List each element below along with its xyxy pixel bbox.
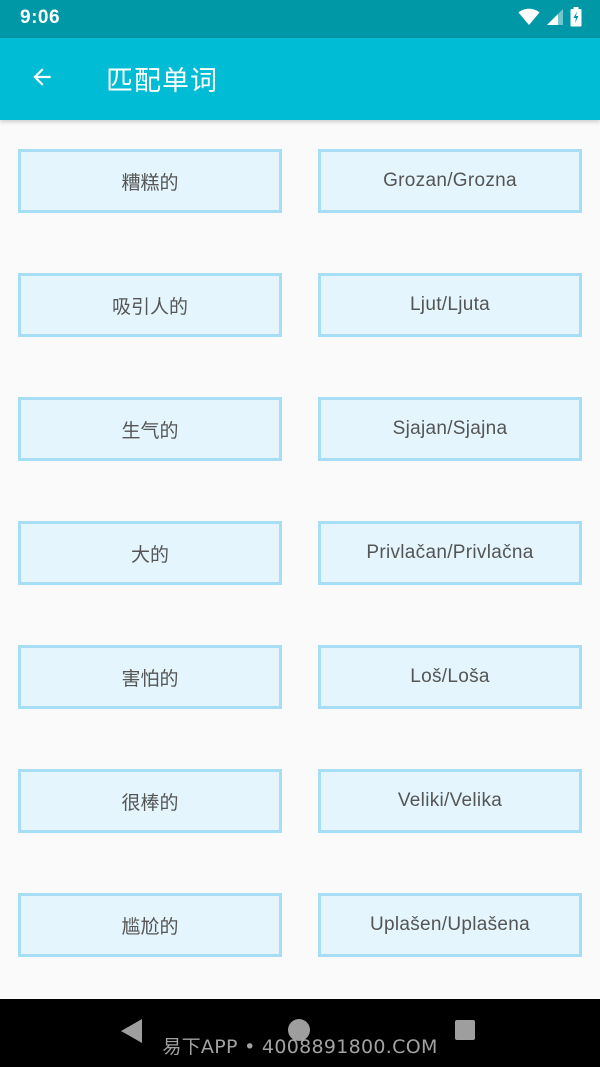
- croatian-word-card[interactable]: Veliki/Velika: [318, 769, 582, 833]
- chinese-word-card[interactable]: 很棒的: [18, 769, 282, 833]
- croatian-word-label: Loš/Loša: [410, 666, 490, 687]
- chinese-word-card[interactable]: 吸引人的: [18, 273, 282, 337]
- croatian-word-card[interactable]: Uplašen/Uplašena: [318, 893, 582, 957]
- croatian-word-label: Grozan/Grozna: [383, 170, 517, 191]
- croatian-word-label: Ljut/Ljuta: [409, 294, 491, 315]
- status-time: 9:06: [20, 7, 61, 28]
- chinese-word-label: 很棒的: [121, 791, 179, 814]
- chinese-word-card[interactable]: 害怕的: [18, 645, 282, 709]
- chinese-word-label: 尴尬的: [121, 915, 179, 938]
- battery-icon: [570, 7, 582, 31]
- croatian-word-label: Privlačan/Privlačna: [366, 542, 534, 563]
- word-row: 大的 Privlačan/Privlačna: [0, 521, 600, 585]
- chinese-word-label: 害怕的: [121, 667, 179, 690]
- croatian-word-card[interactable]: Sjajan/Sjajna: [318, 397, 582, 461]
- chinese-word-card[interactable]: 大的: [18, 521, 282, 585]
- status-bar: 9:06: [0, 0, 600, 38]
- chinese-word-card[interactable]: 尴尬的: [18, 893, 282, 957]
- watermark-text: 易下APP • 4008891800.COM: [162, 1036, 438, 1058]
- word-row: 生气的 Sjajan/Sjajna: [0, 397, 600, 461]
- chinese-word-label: 吸引人的: [111, 295, 188, 318]
- page-title: 匹配单词: [106, 66, 218, 97]
- chinese-word-card[interactable]: 生气的: [18, 397, 282, 461]
- croatian-word-card[interactable]: Privlačan/Privlačna: [318, 521, 582, 585]
- word-row: 糟糕的 Grozan/Grozna: [0, 149, 600, 213]
- croatian-word-card[interactable]: Loš/Loša: [318, 645, 582, 709]
- word-row: 吸引人的 Ljut/Ljuta: [0, 273, 600, 337]
- croatian-word-label: Uplašen/Uplašena: [369, 914, 531, 935]
- back-button[interactable]: [18, 55, 66, 103]
- signal-icon: [546, 8, 564, 30]
- word-row: 很棒的 Veliki/Velika: [0, 769, 600, 833]
- chinese-word-label: 大的: [130, 543, 169, 566]
- word-row: 害怕的 Loš/Loša: [0, 645, 600, 709]
- chinese-word-label: 糟糕的: [121, 171, 179, 194]
- wifi-icon: [518, 8, 540, 30]
- chinese-word-label: 生气的: [121, 419, 179, 442]
- arrow-left-icon: [29, 64, 55, 94]
- croatian-word-label: Sjajan/Sjajna: [392, 418, 508, 439]
- croatian-word-label: Veliki/Velika: [397, 790, 503, 811]
- app-bar: 匹配单词: [0, 38, 600, 120]
- word-row: 尴尬的 Uplašen/Uplašena: [0, 893, 600, 957]
- match-words-screen: 9:06 匹配单词 糟糕的 Grozan/Grozna 吸引人的 Ljut/Lj…: [0, 0, 600, 1067]
- chinese-word-card[interactable]: 糟糕的: [18, 149, 282, 213]
- status-icons: [518, 7, 582, 31]
- croatian-word-card[interactable]: Ljut/Ljuta: [318, 273, 582, 337]
- croatian-word-card[interactable]: Grozan/Grozna: [318, 149, 582, 213]
